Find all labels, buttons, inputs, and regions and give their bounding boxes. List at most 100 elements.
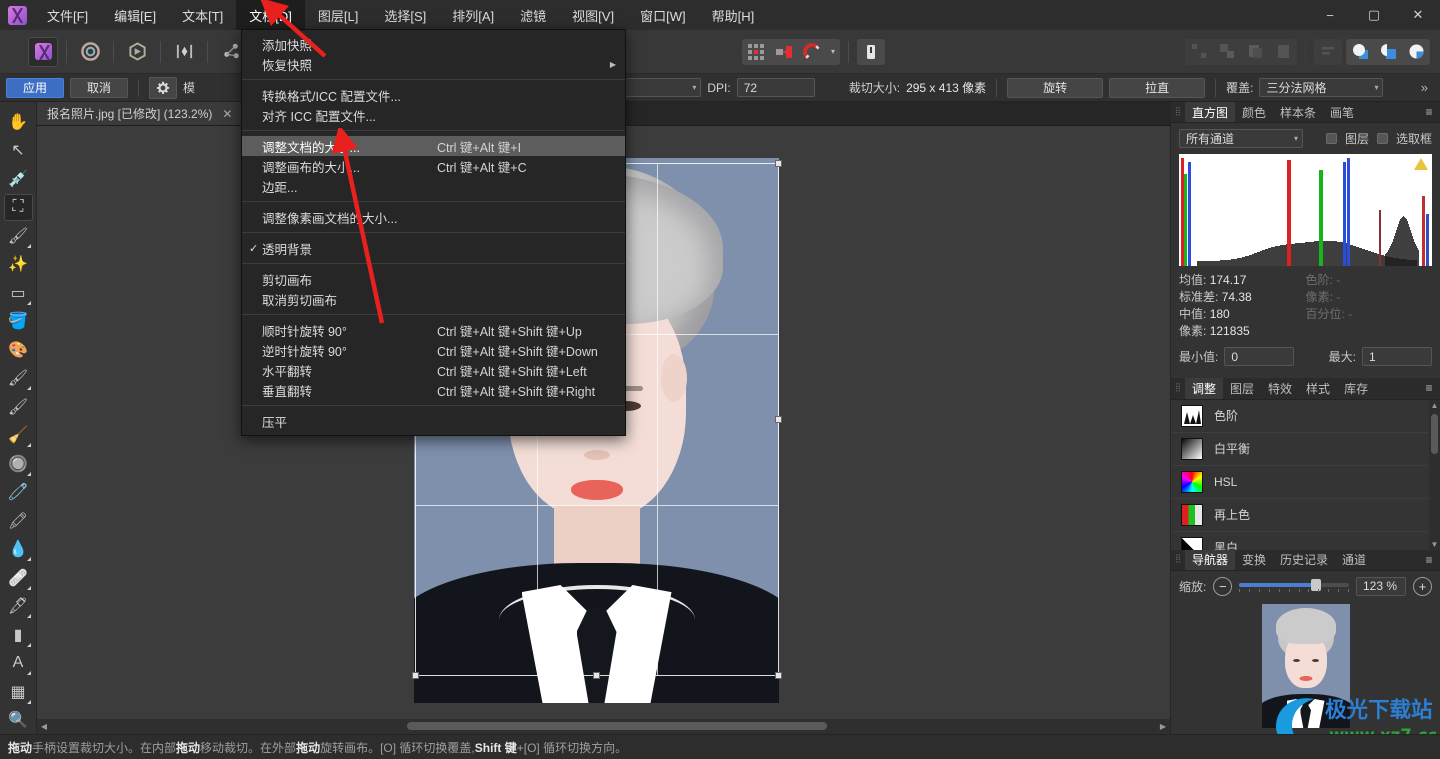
menu-arrange[interactable]: 排列[A] xyxy=(439,0,507,30)
chevron-double-right-icon[interactable]: » xyxy=(1421,80,1434,95)
grid-snap-icon[interactable] xyxy=(742,39,770,65)
menu-item-剪切画布[interactable]: 剪切画布 xyxy=(242,269,625,289)
menu-item-逆时针旋转90°[interactable]: 逆时针旋转 90° Ctrl 键+Alt 键+Shift 键+Down xyxy=(242,340,625,360)
zoom-in-button[interactable]: + xyxy=(1413,576,1432,596)
menu-item-恢复快照[interactable]: 恢复快照 ▶ xyxy=(242,54,625,74)
document-dropdown-menu[interactable]: 添加快照 恢复快照 ▶ 转换格式/ICC 配置文件... 对齐 ICC 配置文件... 调… xyxy=(241,29,626,436)
panel-menu-icon[interactable]: ≡ xyxy=(1418,378,1440,398)
adjustment-item-色阶[interactable]: 色阶 xyxy=(1171,400,1440,433)
dpi-input[interactable]: 72 xyxy=(736,78,815,97)
boolean-divide-icon[interactable] xyxy=(1402,39,1430,65)
adjustment-tab-0[interactable]: 调整 xyxy=(1185,378,1224,399)
blur-tool[interactable]: 💧 xyxy=(4,536,33,564)
menu-item-转换格式/ICC配置文件[interactable]: 转换格式/ICC 配置文件... xyxy=(242,85,625,105)
histogram-tab-2[interactable]: 样本条 xyxy=(1273,102,1323,122)
apply-button[interactable]: 应用 xyxy=(6,77,65,98)
navigator-tab-0[interactable]: 导航器 xyxy=(1185,549,1236,570)
navigator-tab-1[interactable]: 变换 xyxy=(1235,550,1273,570)
menu-item-调整画布的大小[interactable]: 调整画布的大小... Ctrl 键+Alt 键+C xyxy=(242,156,625,176)
adjustment-tab-1[interactable]: 图层 xyxy=(1223,378,1261,398)
align-fill-icon[interactable] xyxy=(1269,39,1297,65)
menu-item-透明背景[interactable]: ✓ 透明背景 xyxy=(242,238,625,258)
trash-icon[interactable] xyxy=(857,39,885,65)
panel-grip-icon[interactable]: ⦙⦙ xyxy=(1171,378,1185,398)
move-tool[interactable]: ↖ xyxy=(4,137,33,165)
panel-grip-icon[interactable]: ⦙⦙ xyxy=(1171,102,1185,122)
document-tab[interactable]: 报名照片.jpg [已修改] (123.2%) ✕ xyxy=(37,102,243,125)
eraser-tool[interactable]: 🧹 xyxy=(4,422,33,450)
magnet-snap-icon[interactable] xyxy=(798,39,826,65)
menu-item-水平翻转[interactable]: 水平翻转 Ctrl 键+Alt 键+Shift 键+Left xyxy=(242,360,625,380)
panel-menu-icon[interactable]: ≡ xyxy=(1418,550,1440,570)
overlay-select[interactable]: 三分法网格 ▾ xyxy=(1259,78,1384,97)
liquify-persona-icon[interactable] xyxy=(75,37,105,67)
rotate-button[interactable]: 旋转 xyxy=(1007,77,1104,98)
artistic-text-tool[interactable]: A xyxy=(4,650,33,678)
pixel-brush-tool[interactable]: 🖌 xyxy=(4,393,33,421)
zoom-out-button[interactable]: − xyxy=(1213,576,1233,596)
menu-text[interactable]: 文本[T] xyxy=(169,0,236,30)
minimize-button[interactable]: − xyxy=(1308,0,1352,30)
cancel-button[interactable]: 取消 xyxy=(70,77,129,98)
adjustment-item-白平衡[interactable]: 白平衡 xyxy=(1171,433,1440,466)
adjustment-tab-2[interactable]: 特效 xyxy=(1261,378,1299,398)
histogram-tab-0[interactable]: 直方图 xyxy=(1185,102,1236,123)
channel-select[interactable]: 所有通道 ▾ xyxy=(1179,129,1303,149)
paint-bucket-tool[interactable]: 🪣 xyxy=(4,308,33,336)
menu-item-对齐ICC配置文件[interactable]: 对齐 ICC 配置文件... xyxy=(242,105,625,125)
adjustment-tab-4[interactable]: 库存 xyxy=(1337,378,1375,398)
menu-item-垂直翻转[interactable]: 垂直翻转 Ctrl 键+Alt 键+Shift 键+Right xyxy=(242,380,625,400)
selection-brush-tool[interactable]: 🖌 xyxy=(4,222,33,250)
menu-edit[interactable]: 编辑[E] xyxy=(101,0,169,30)
menu-document[interactable]: 文档[D] xyxy=(236,0,305,30)
canvas-horizontal-scrollbar[interactable]: ◀ ▶ xyxy=(37,719,1170,734)
selection-checkbox[interactable] xyxy=(1376,133,1388,145)
healing-brush-tool[interactable]: 🩹 xyxy=(4,564,33,592)
menu-select[interactable]: 选择[S] xyxy=(371,0,439,30)
adjustment-scrollbar[interactable]: ▲ ▼ xyxy=(1429,399,1440,550)
navigator-tab-3[interactable]: 通道 xyxy=(1335,550,1373,570)
zoom-tool[interactable]: 🔍 xyxy=(4,707,33,735)
align-text-icon[interactable] xyxy=(1314,39,1342,65)
zoom-value-input[interactable]: 123 % xyxy=(1356,576,1406,596)
menu-view[interactable]: 视图[V] xyxy=(559,0,627,30)
crop-tool[interactable]: ⛶ xyxy=(3,193,33,221)
adjustment-item-黑白[interactable]: 黑白 xyxy=(1171,532,1440,550)
menu-layer[interactable]: 图层[L] xyxy=(305,0,371,30)
straighten-button[interactable]: 拉直 xyxy=(1109,77,1206,98)
menu-file[interactable]: 文件[F] xyxy=(34,0,101,30)
photo-persona-icon[interactable] xyxy=(28,36,58,67)
menu-filter[interactable]: 滤镜 xyxy=(507,0,559,30)
menu-item-边距[interactable]: 边距... xyxy=(242,176,625,196)
menu-item-添加快照[interactable]: 添加快照 xyxy=(242,34,625,54)
min-input[interactable]: 0 xyxy=(1224,347,1295,367)
menu-window[interactable]: 窗口[W] xyxy=(627,0,699,30)
boolean-subtract-icon[interactable] xyxy=(1374,39,1402,65)
color-picker-tool[interactable]: 💉 xyxy=(4,165,33,193)
adjustment-item-再上色[interactable]: 再上色 xyxy=(1171,499,1440,532)
zoom-slider[interactable] xyxy=(1239,578,1349,594)
navigator-thumbnail[interactable] xyxy=(1261,603,1350,728)
chevron-down-icon[interactable]: ▾ xyxy=(826,38,840,65)
align-scatter-icon[interactable] xyxy=(1185,39,1213,65)
menu-item-调整文档的大小[interactable]: 调整文档的大小... Ctrl 键+Alt 键+I xyxy=(242,136,625,156)
adjustment-tab-3[interactable]: 样式 xyxy=(1299,378,1337,398)
menu-item-顺时针旋转90°[interactable]: 顺时针旋转 90° Ctrl 键+Alt 键+Shift 键+Up xyxy=(242,320,625,340)
adjustment-list[interactable]: ▲ ▼ 色阶 白平衡 HSL 再上色 黑白 xyxy=(1171,399,1440,550)
develop-persona-icon[interactable] xyxy=(122,37,152,67)
view-hand-tool[interactable]: ✋ xyxy=(4,108,33,136)
magic-wand-tool[interactable]: ✨ xyxy=(4,251,33,279)
clone-stamp-tool[interactable]: 🧷 xyxy=(4,479,33,507)
align-front-icon[interactable] xyxy=(1213,39,1241,65)
menu-item-压平[interactable]: 压平 xyxy=(242,411,625,431)
max-input[interactable]: 1 xyxy=(1362,347,1432,367)
layer-checkbox[interactable] xyxy=(1325,133,1337,145)
snap-to-edge-icon[interactable] xyxy=(770,39,798,65)
align-copy-icon[interactable] xyxy=(1241,39,1269,65)
rectangle-shape-tool[interactable]: ▮ xyxy=(4,621,33,649)
dodge-burn-tool[interactable]: 🔘 xyxy=(4,450,33,478)
close-button[interactable]: ✕ xyxy=(1396,0,1440,30)
tone-mapping-persona-icon[interactable] xyxy=(169,37,199,67)
color-wheel-tool[interactable]: 🎨 xyxy=(4,336,33,364)
close-icon[interactable]: ✕ xyxy=(222,107,232,121)
